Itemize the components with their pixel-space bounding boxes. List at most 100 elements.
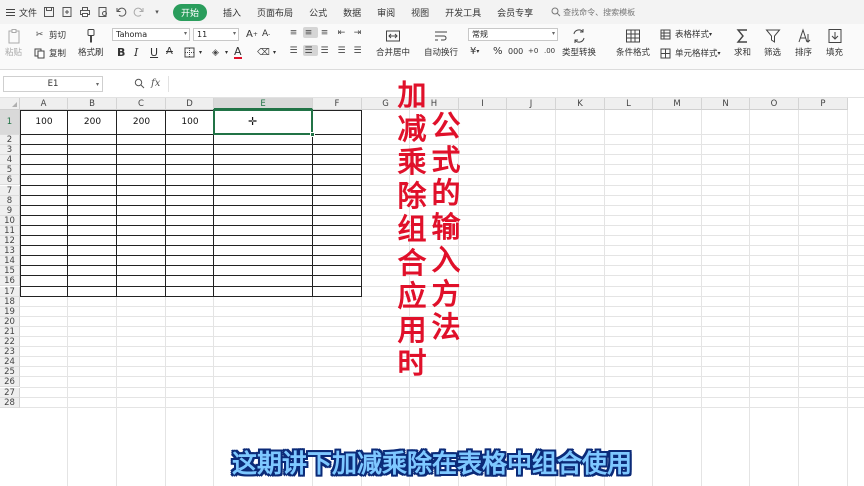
cell-a1[interactable]: 100 [20,110,68,135]
row-header-26[interactable]: 26 [0,377,20,388]
name-box[interactable]: E1 ▾ [3,76,103,92]
row-header-4[interactable]: 4 [0,155,20,166]
column-header-m[interactable]: M [653,98,702,110]
format-painter-button[interactable]: 格式刷 [78,28,104,58]
number-format-select[interactable]: 常规 ▾ [468,28,558,41]
column-header-f[interactable]: F [313,98,362,110]
column-header-d[interactable]: D [166,98,214,110]
indent-increase-button[interactable]: ⇥ [352,27,367,38]
select-all-corner[interactable] [0,98,20,110]
tab-insert[interactable]: 插入 [223,6,241,19]
tab-view[interactable]: 视图 [411,6,429,19]
row-header-12[interactable]: 12 [0,236,20,247]
row-header-6[interactable]: 6 [0,175,20,186]
command-search[interactable]: 查找命令、搜索模板 [551,7,635,18]
row-header-8[interactable]: 8 [0,195,20,206]
formula-input[interactable] [168,76,860,92]
row-header-20[interactable]: 20 [0,316,20,327]
column-header-i[interactable]: I [459,98,507,110]
row-header-5[interactable]: 5 [0,165,20,176]
export-icon[interactable] [61,6,73,18]
wrap-text-button[interactable]: 自动换行 [424,28,458,58]
row-header-22[interactable]: 22 [0,337,20,348]
redo-icon[interactable] [133,6,145,18]
print-preview-icon[interactable] [97,6,109,18]
row-header-25[interactable]: 25 [0,367,20,378]
tab-formulas[interactable]: 公式 [309,6,327,19]
percent-button[interactable]: % [493,46,503,57]
row-header-23[interactable]: 23 [0,347,20,358]
tab-member[interactable]: 会员专享 [497,6,533,19]
cell-c1[interactable]: 200 [117,110,166,135]
align-left-button[interactable]: ☰ [288,45,303,56]
row-header-11[interactable]: 11 [0,225,20,236]
tab-review[interactable]: 审阅 [377,6,395,19]
align-bottom-button[interactable]: ≡ [319,27,334,38]
cell-d1[interactable]: 100 [166,110,214,135]
quick-access-dropdown-icon[interactable]: ▾ [151,6,163,18]
row-header-1[interactable]: 1 [0,110,20,135]
grow-font-button[interactable]: A + [246,29,258,40]
align-center-button[interactable]: ☰ [303,45,318,56]
align-top-button[interactable]: ≡ [288,27,303,38]
font-size-select[interactable]: 11 ▾ [193,28,239,41]
insert-function-button[interactable]: fx [151,78,160,89]
tab-data[interactable]: 数据 [343,6,361,19]
merge-center-button[interactable]: 合并居中 [376,28,410,58]
row-header-24[interactable]: 24 [0,357,20,368]
row-header-3[interactable]: 3 [0,145,20,156]
row-header-17[interactable]: 17 [0,286,20,297]
row-header-21[interactable]: 21 [0,326,20,337]
distribute-button[interactable]: ☰ [352,45,367,56]
column-header-a[interactable]: A [20,98,68,110]
conditional-format-button[interactable]: 条件格式 [616,28,650,58]
column-header-l[interactable]: L [605,98,653,110]
zoom-icon[interactable] [134,78,145,92]
sort-button[interactable]: 排序 [795,28,812,58]
currency-button[interactable]: ¥ ▾ [470,46,479,57]
fill-color-button[interactable]: ◈ ▾ [210,47,228,58]
bold-button[interactable]: B [117,46,125,59]
row-header-19[interactable]: 19 [0,306,20,317]
type-convert-button[interactable]: 类型转换 [562,28,596,58]
column-header-b[interactable]: B [68,98,117,110]
column-header-p[interactable]: P [799,98,848,110]
row-header-28[interactable]: 28 [0,397,20,408]
clear-button[interactable]: ⌫ ▾ [257,47,276,58]
tab-home[interactable]: 开始 [173,3,208,21]
active-cell-e1[interactable] [213,109,313,135]
row-header-14[interactable]: 14 [0,256,20,267]
row-header-10[interactable]: 10 [0,215,20,226]
underline-button[interactable]: U [150,46,158,59]
undo-icon[interactable] [115,6,127,18]
cell-style-button[interactable]: 单元格样式 ▾ [660,47,721,59]
filter-button[interactable]: 筛选 [764,28,781,58]
cell-b1[interactable]: 200 [68,110,117,135]
fill-handle[interactable] [310,132,315,137]
shrink-font-button[interactable]: A- [262,29,270,39]
column-header-j[interactable]: J [507,98,556,110]
align-right-button[interactable]: ☰ [319,45,334,56]
column-header-n[interactable]: N [702,98,750,110]
table-style-button[interactable]: 表格样式 ▾ [660,28,712,40]
row-header-15[interactable]: 15 [0,266,20,277]
fill-button[interactable]: 填充 [826,28,843,58]
copy-button[interactable]: 复制 [34,47,66,59]
increase-decimal-button[interactable]: +0 [528,47,538,55]
file-menu[interactable]: 文件 [6,6,37,19]
autosum-button[interactable]: 求和 [734,28,751,58]
save-icon[interactable] [43,6,55,18]
column-header-o[interactable]: O [750,98,799,110]
italic-button[interactable]: I [134,46,138,59]
tab-developer[interactable]: 开发工具 [445,6,481,19]
cut-button[interactable]: ✂ 剪切 [34,29,66,41]
font-color-button[interactable]: A [234,46,242,59]
row-header-18[interactable]: 18 [0,296,20,307]
thousands-button[interactable]: 000 [508,47,523,56]
font-name-select[interactable]: Tahoma ▾ [112,28,190,41]
borders-button[interactable]: ▾ [184,47,202,58]
tab-page-layout[interactable]: 页面布局 [257,6,293,19]
decrease-decimal-button[interactable]: .00 [544,47,555,55]
row-header-9[interactable]: 9 [0,205,20,216]
row-header-7[interactable]: 7 [0,185,20,196]
